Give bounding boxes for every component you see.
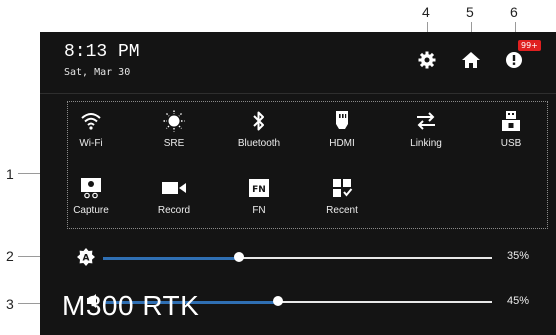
tile-fn-label: FN (252, 205, 266, 216)
tile-hdmi[interactable]: HDMI (307, 110, 377, 149)
bluetooth-icon (224, 110, 294, 132)
svg-text:A: A (83, 254, 90, 264)
tile-recent-label: Recent (326, 205, 358, 216)
tile-capture-label: Capture (73, 205, 109, 216)
tile-record[interactable]: Record (139, 177, 209, 216)
brightness-percent: 35% (507, 250, 530, 262)
recent-apps-icon (307, 177, 377, 199)
tile-capture[interactable]: Capture (56, 177, 126, 216)
video-camera-icon (139, 177, 209, 199)
callout-3: 3 (6, 296, 14, 312)
tile-record-label: Record (157, 205, 191, 216)
tile-linking-label: Linking (410, 138, 442, 149)
status-date: Sat, Mar 30 (64, 67, 131, 78)
capture-icon (56, 177, 126, 199)
swap-arrows-icon (391, 110, 461, 132)
callout-5: 5 (466, 4, 474, 20)
tile-bluetooth-label: Bluetooth (237, 138, 281, 149)
usb-icon (476, 110, 546, 132)
product-watermark: M300 RTK (62, 290, 200, 321)
notification-count-badge: 99+ (518, 40, 541, 51)
volume-percent: 45% (507, 295, 530, 307)
callout-1: 1 (6, 166, 14, 182)
tile-sre[interactable]: SRE (139, 110, 209, 149)
sre-icon (139, 110, 209, 132)
status-time: 8:13 PM (64, 42, 140, 62)
wifi-icon (56, 110, 126, 132)
header-divider (40, 93, 556, 94)
tile-usb-label: USB (500, 138, 522, 149)
tile-linking[interactable]: Linking (391, 110, 461, 149)
tile-recent[interactable]: Recent (307, 177, 377, 216)
tile-wifi-label: Wi-Fi (79, 138, 103, 149)
volume-slider-knob[interactable] (273, 296, 284, 306)
svg-text:FN: FN (252, 185, 266, 195)
fn-key-icon: FN (224, 177, 294, 199)
hdmi-icon (307, 110, 377, 132)
tile-fn[interactable]: FN FN (224, 177, 294, 216)
tile-usb[interactable]: USB (476, 110, 546, 149)
tile-hdmi-label: HDMI (329, 138, 355, 149)
callout-6: 6 (510, 4, 518, 20)
tile-wifi[interactable]: Wi-Fi (56, 110, 126, 149)
gear-icon[interactable] (417, 50, 437, 70)
home-icon[interactable] (461, 50, 481, 70)
brightness-auto-icon[interactable]: A (76, 247, 96, 267)
notification-alert-icon[interactable] (505, 50, 525, 70)
callout-4: 4 (422, 4, 430, 20)
tile-sre-label: SRE (163, 138, 185, 149)
callout-2: 2 (6, 248, 14, 264)
brightness-slider-fill (103, 256, 240, 260)
tile-bluetooth[interactable]: Bluetooth (224, 110, 294, 149)
